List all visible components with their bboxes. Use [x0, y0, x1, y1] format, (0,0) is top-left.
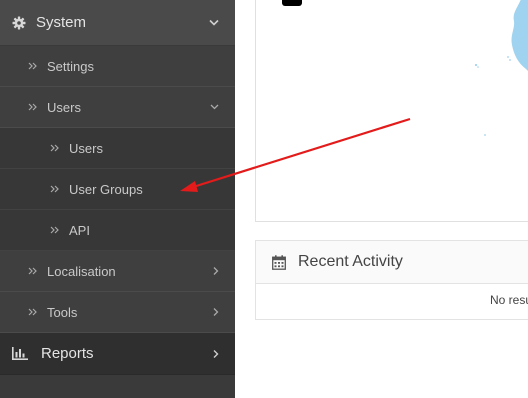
sidebar-item-settings[interactable]: Settings	[0, 46, 235, 87]
sidebar-item-label: Users	[69, 140, 103, 156]
double-chevron-right-icon	[28, 267, 37, 275]
sidebar: System Settings Users Users User Groups	[0, 0, 235, 398]
chevron-down-icon	[210, 104, 219, 110]
sidebar-item-label: API	[69, 222, 90, 238]
sidebar-subitem-user-groups[interactable]: User Groups	[0, 169, 235, 210]
recent-activity-panel: Recent Activity No resu	[255, 240, 528, 320]
double-chevron-right-icon	[50, 226, 59, 234]
double-chevron-right-icon	[50, 185, 59, 193]
calendar-icon	[272, 254, 286, 270]
chevron-right-icon	[213, 349, 219, 358]
sidebar-item-users[interactable]: Users	[0, 87, 235, 128]
sidebar-item-label: Tools	[47, 304, 78, 320]
sidebar-item-label: Reports	[41, 345, 94, 362]
double-chevron-right-icon	[50, 144, 59, 152]
double-chevron-right-icon	[28, 103, 37, 111]
world-map-panel	[255, 0, 528, 222]
sidebar-item-label: System	[36, 14, 87, 31]
sidebar-item-localisation[interactable]: Localisation	[0, 251, 235, 292]
double-chevron-right-icon	[28, 308, 37, 316]
sidebar-item-label: Settings	[47, 58, 94, 74]
sidebar-subitem-users[interactable]: Users	[0, 128, 235, 169]
chevron-right-icon	[213, 267, 219, 276]
no-results-text: No resu	[490, 293, 528, 307]
world-map	[474, 0, 528, 136]
chevron-right-icon	[213, 308, 219, 317]
gear-icon	[12, 16, 26, 30]
main-content: Recent Activity No resu	[235, 0, 528, 398]
recent-activity-title: Recent Activity	[298, 253, 403, 270]
bar-chart-icon	[12, 347, 28, 360]
sidebar-item-tools[interactable]: Tools	[0, 292, 235, 333]
sidebar-item-reports[interactable]: Reports	[0, 333, 235, 375]
sidebar-item-label: Localisation	[47, 263, 116, 279]
sidebar-bottom	[0, 375, 235, 398]
sidebar-item-system[interactable]: System	[0, 0, 235, 46]
double-chevron-right-icon	[28, 62, 37, 70]
sidebar-subitem-api[interactable]: API	[0, 210, 235, 251]
map-legend-swatch	[282, 0, 302, 6]
sidebar-item-label: User Groups	[69, 181, 143, 197]
sidebar-item-label: Users	[47, 99, 81, 115]
chevron-down-icon	[209, 19, 219, 26]
recent-activity-header: Recent Activity	[256, 241, 528, 284]
